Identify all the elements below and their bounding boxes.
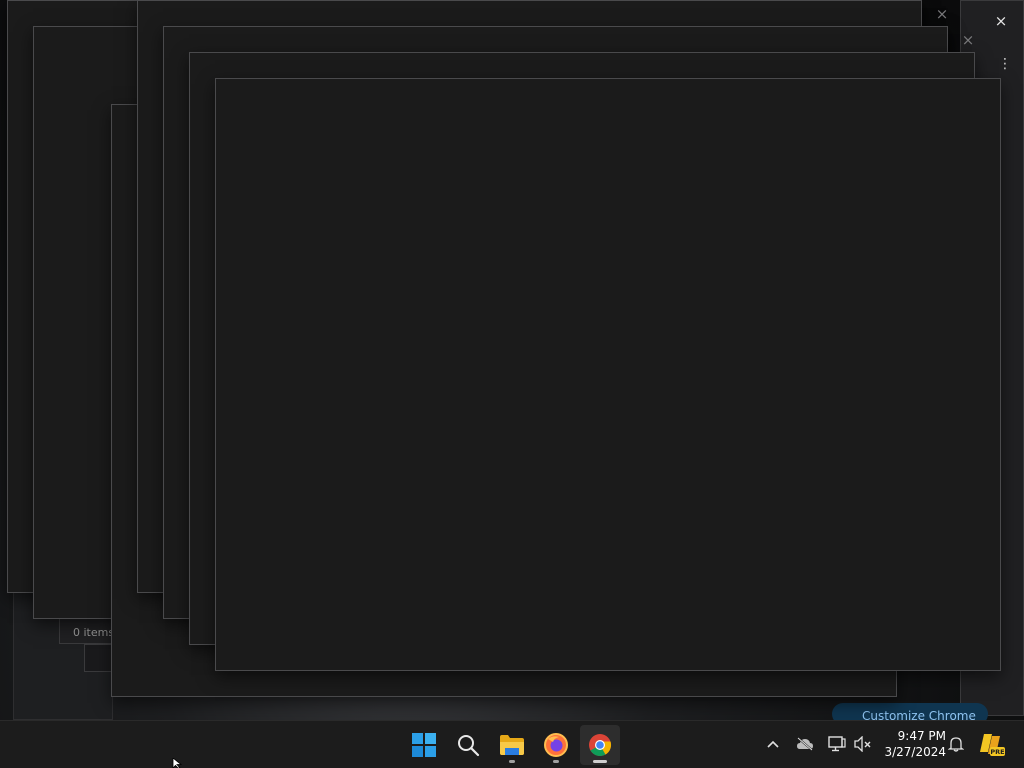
network-button[interactable] xyxy=(826,733,848,755)
file-explorer-button[interactable] xyxy=(492,725,532,765)
folder-icon xyxy=(500,735,524,755)
onedrive-button[interactable] xyxy=(794,733,816,755)
copilot-button[interactable]: PRE xyxy=(978,730,1006,758)
chrome-button[interactable] xyxy=(580,725,620,765)
clock-date: 3/27/2024 xyxy=(884,745,946,759)
preview-badge: PRE xyxy=(990,748,1004,756)
chrome-icon xyxy=(589,734,612,756)
bell-icon xyxy=(948,737,964,752)
close-icon[interactable]: × xyxy=(992,12,1010,30)
running-indicator xyxy=(509,760,515,763)
more-options-icon[interactable]: ⋮ xyxy=(998,56,1012,72)
firefox-button[interactable] xyxy=(536,725,576,765)
taskbar: 9:47 PM 3/27/2024 PRE xyxy=(0,720,1024,768)
ghost-window-frame-7 xyxy=(215,78,1001,671)
network-icon xyxy=(828,736,846,752)
mouse-cursor xyxy=(172,758,183,768)
clock[interactable]: 9:47 PM 3/27/2024 xyxy=(878,728,946,760)
notifications-button[interactable] xyxy=(945,733,967,755)
customize-chrome-button[interactable]: Customize Chrome xyxy=(832,703,988,720)
close-icon: × xyxy=(961,31,975,49)
desktop: × ⋮ 0 items Customize Chrome × × xyxy=(0,0,1024,720)
close-icon: × xyxy=(935,5,949,23)
search-button[interactable] xyxy=(448,725,488,765)
copilot-icon: PRE xyxy=(980,734,1005,756)
chevron-up-icon xyxy=(767,740,779,748)
onedrive-offline-icon xyxy=(797,737,813,751)
running-indicator xyxy=(553,760,559,763)
windows-logo-icon xyxy=(412,733,436,757)
search-icon xyxy=(458,735,480,757)
start-button[interactable] xyxy=(404,725,444,765)
running-indicator xyxy=(593,760,607,763)
firefox-icon xyxy=(544,733,568,757)
volume-muted-icon xyxy=(854,736,871,752)
volume-button[interactable] xyxy=(852,733,874,755)
item-count-label: 0 items xyxy=(73,626,115,639)
show-hidden-icons-button[interactable] xyxy=(762,733,784,755)
clock-time: 9:47 PM xyxy=(897,729,946,743)
